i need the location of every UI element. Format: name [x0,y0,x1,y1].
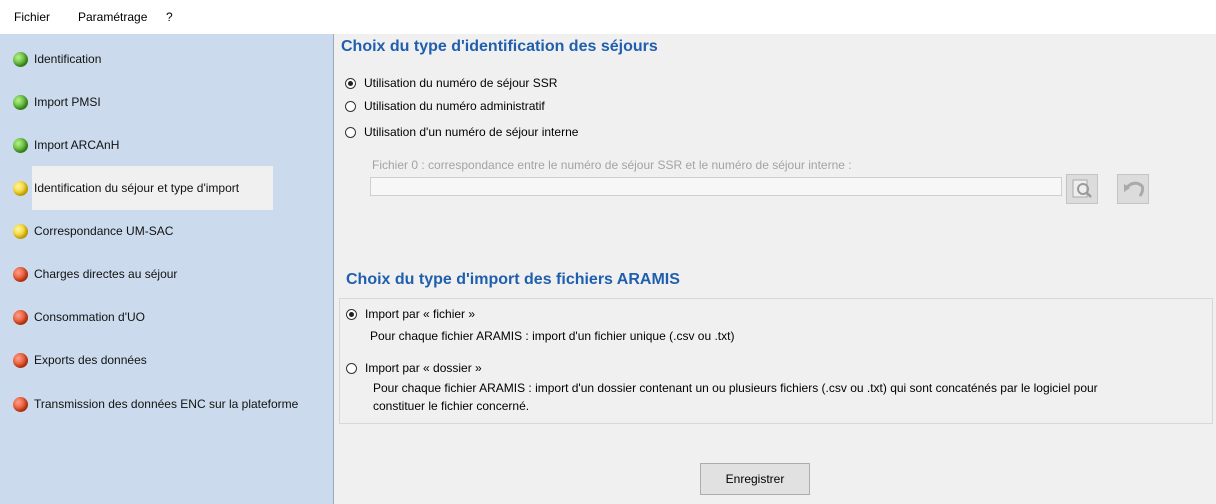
sidebar-item-label: Import ARCAnH [34,138,120,152]
import-dossier-description-line2: constituer le fichier concerné. [373,399,530,413]
sidebar-item-label: Identification [34,52,102,66]
radio-label: Utilisation du numéro administratif [364,99,545,113]
menu-parametrage[interactable]: Paramétrage [78,10,147,24]
sidebar: Identification Import PMSI Import ARCAnH… [0,34,334,504]
sidebar-item-transmission[interactable]: Transmission des données ENC sur la plat… [0,384,298,424]
status-yellow-icon [13,180,28,196]
radio-numero-administratif[interactable]: Utilisation du numéro administratif [345,99,545,113]
radio-label: Import par « dossier » [365,361,482,375]
sidebar-item-consommation[interactable]: Consommation d'UO [0,297,145,337]
radio-button[interactable] [345,77,356,89]
status-red-icon [13,396,28,412]
sidebar-item-identification-sejour[interactable]: Identification du séjour et type d'impor… [0,166,273,210]
status-yellow-icon [13,223,28,239]
sidebar-item-exports[interactable]: Exports des données [0,340,147,380]
sidebar-item-label: Identification du séjour et type d'impor… [34,181,240,195]
menu-help[interactable]: ? [166,10,173,24]
import-type-title: Choix du type d'import des fichiers ARAM… [346,271,680,288]
sidebar-item-import-arcanh[interactable]: Import ARCAnH [0,125,119,165]
status-green-icon [13,94,28,110]
status-green-icon [13,137,28,153]
menu-fichier[interactable]: Fichier [14,10,50,24]
import-fichier-description: Pour chaque fichier ARAMIS : import d'un… [370,329,735,343]
radio-import-dossier[interactable]: Import par « dossier » [346,361,482,375]
sidebar-item-charges[interactable]: Charges directes au séjour [0,254,177,294]
radio-label: Utilisation d'un numéro de séjour intern… [364,125,579,139]
radio-import-fichier[interactable]: Import par « fichier » [346,307,475,321]
sidebar-item-label: Transmission des données ENC sur la plat… [34,397,299,411]
radio-button[interactable] [345,100,356,112]
radio-sejour-interne[interactable]: Utilisation d'un numéro de séjour intern… [345,125,578,139]
radio-label: Utilisation du numéro de séjour SSR [364,76,558,90]
status-red-icon [13,266,28,282]
radio-label: Import par « fichier » [365,307,476,321]
file-0-label: Fichier 0 : correspondance entre le numé… [372,158,852,172]
sidebar-item-identification[interactable]: Identification [0,39,101,79]
import-dossier-description-line1: Pour chaque fichier ARAMIS : import d'un… [373,381,1098,395]
sidebar-item-correspondance[interactable]: Correspondance UM-SAC [0,211,173,251]
identification-title: Choix du type d'identification des séjou… [341,38,658,55]
undo-arrow-icon [1124,181,1145,197]
sidebar-item-label: Consommation d'UO [34,310,145,324]
menu-bar: Fichier Paramétrage ? [0,0,1216,34]
status-red-icon [13,352,28,368]
sidebar-item-label: Charges directes au séjour [34,267,178,281]
status-green-icon [13,51,28,67]
sidebar-item-import-pmsi[interactable]: Import PMSI [0,82,101,122]
undo-button[interactable] [1117,174,1149,204]
file-0-input[interactable] [370,177,1062,196]
sidebar-item-label: Correspondance UM-SAC [34,224,174,238]
radio-button[interactable] [346,362,357,374]
magnifier-file-icon [1072,179,1092,198]
save-button[interactable]: Enregistrer [700,463,810,495]
radio-sejour-ssr[interactable]: Utilisation du numéro de séjour SSR [345,76,557,90]
browse-button[interactable] [1066,174,1098,204]
sidebar-item-label: Import PMSI [34,95,101,109]
radio-button[interactable] [346,308,357,320]
status-red-icon [13,309,28,325]
sidebar-item-label: Exports des données [34,353,147,367]
radio-button[interactable] [345,126,356,138]
